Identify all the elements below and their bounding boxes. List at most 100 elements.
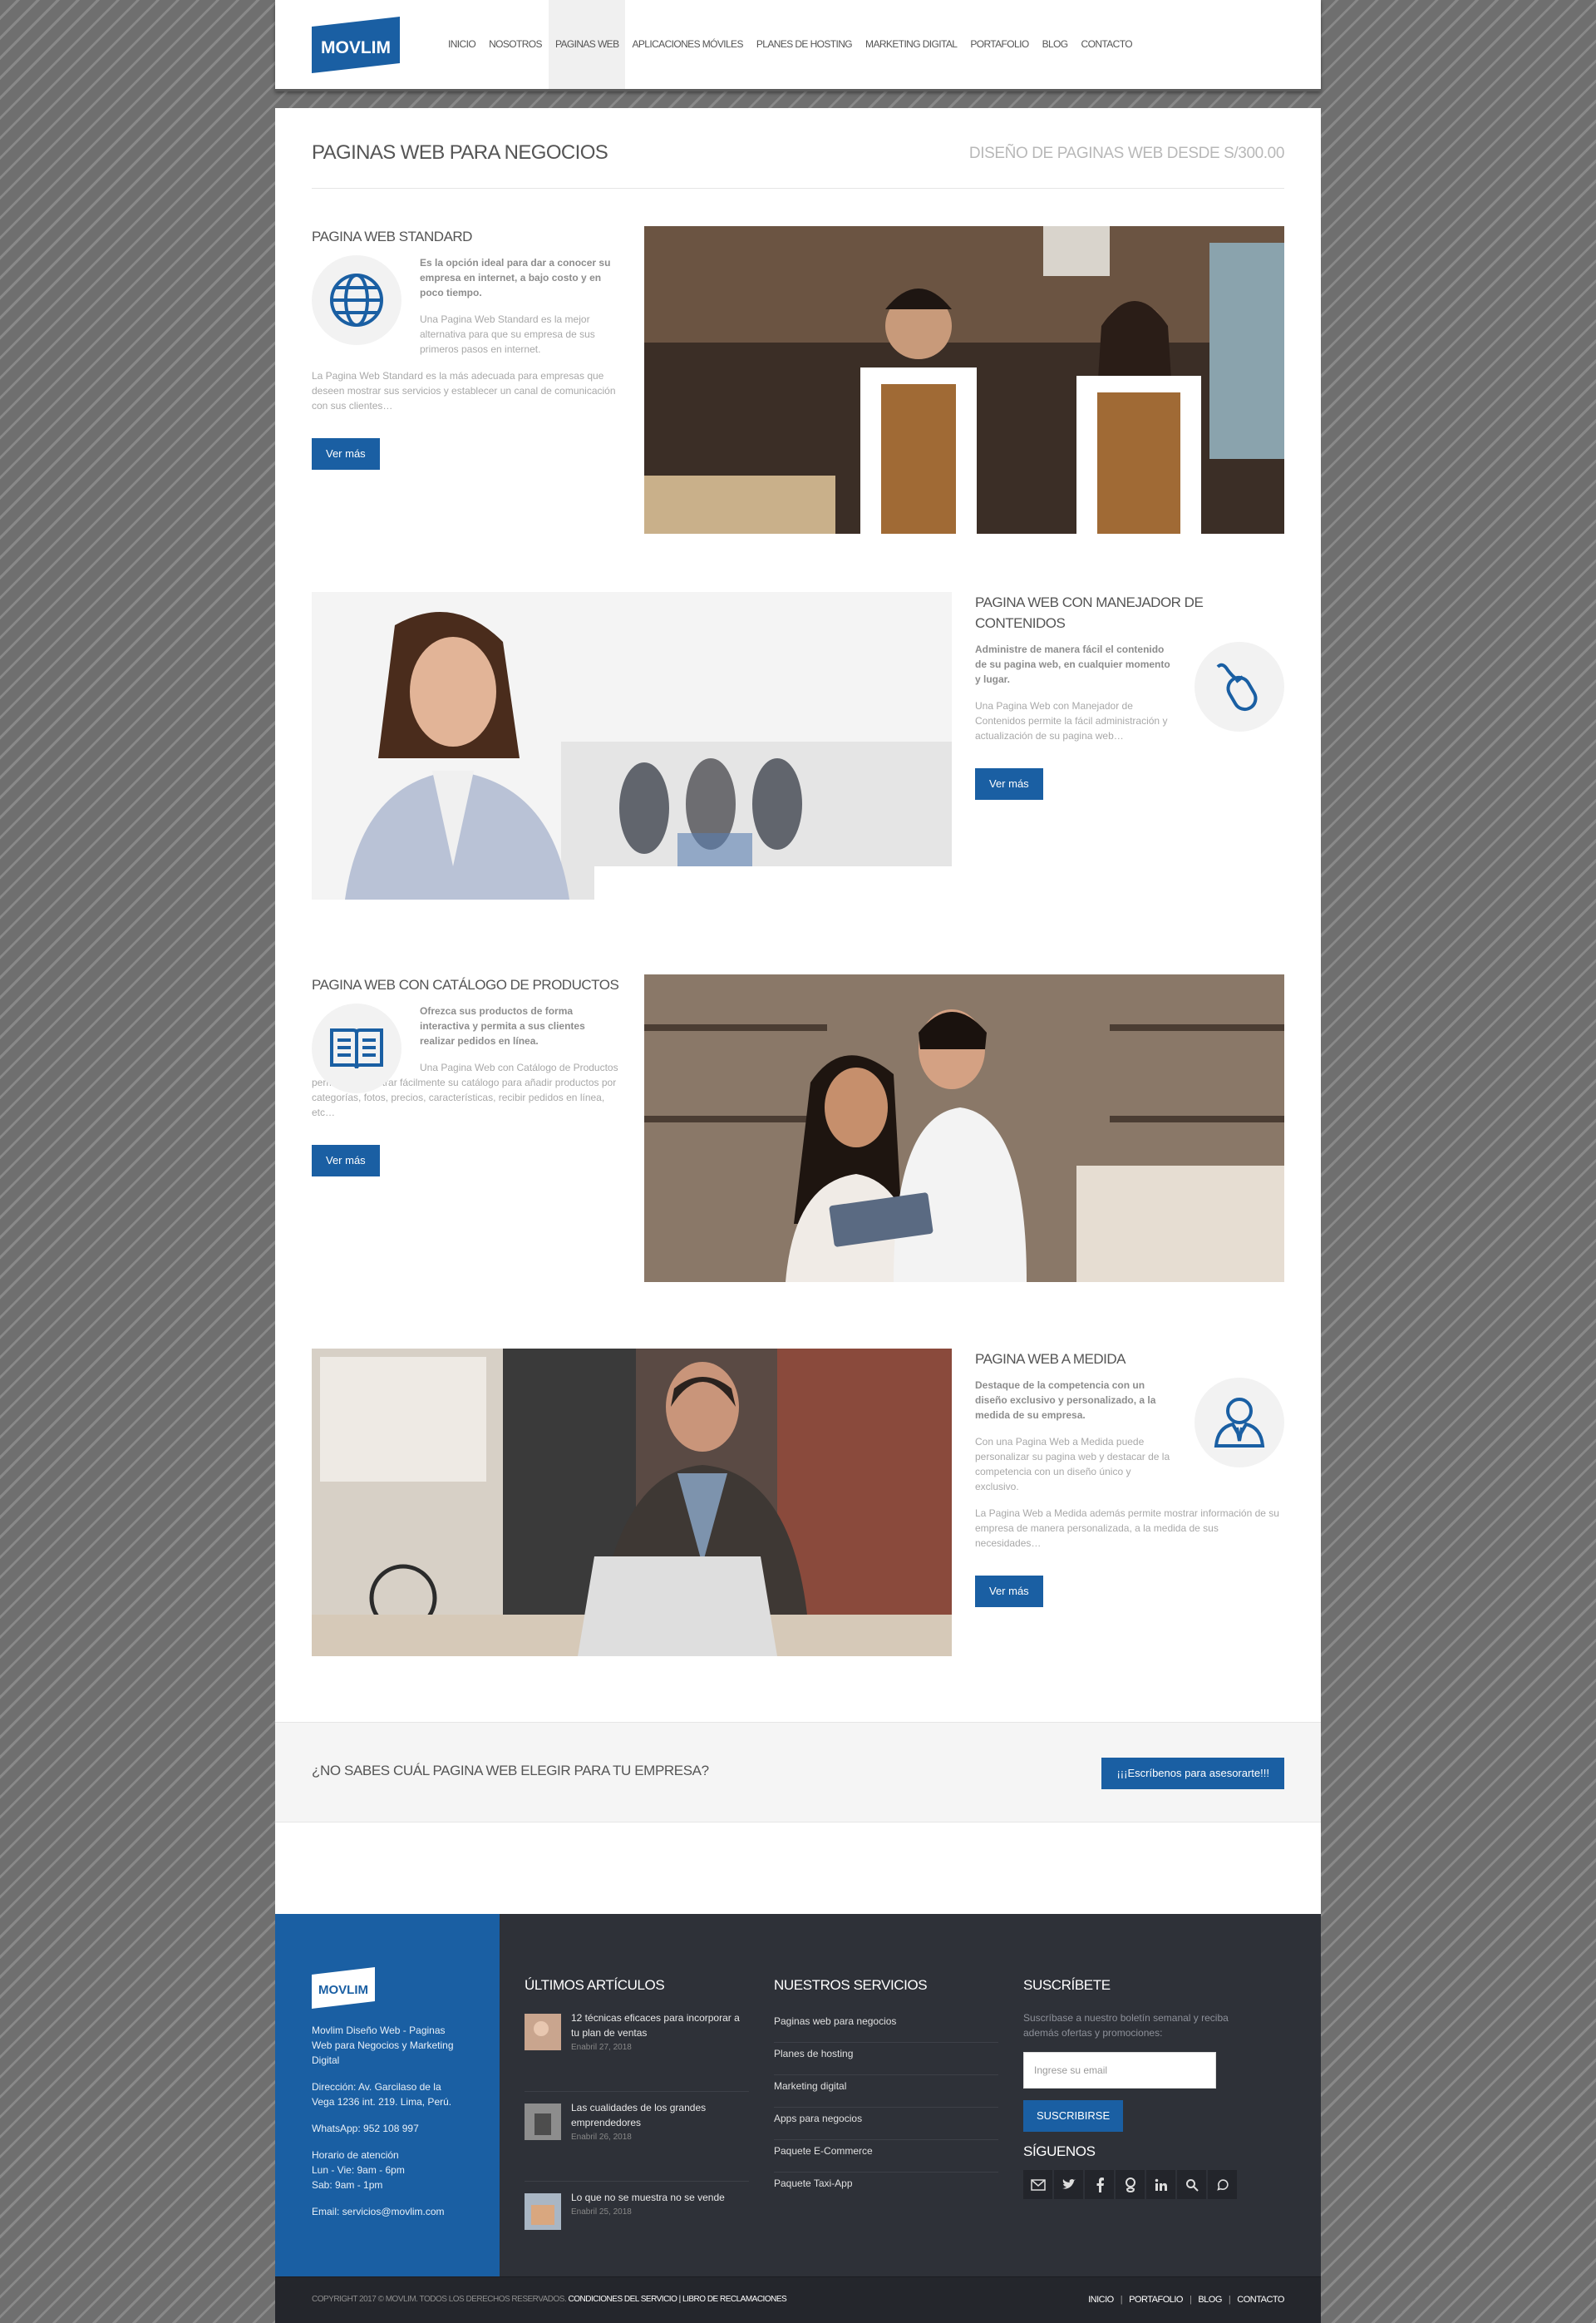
footer-services: NUESTROS SERVICIOS Paginas web para nego…	[774, 1977, 998, 2205]
section-title: PAGINA WEB CON CATÁLOGO DE PRODUCTOS	[312, 977, 619, 993]
section-contenidos: PAGINA WEB CON MANEJADOR DE CONTENIDOS A…	[312, 592, 1284, 900]
section-text: PAGINA WEB CON CATÁLOGO DE PRODUCTOS Ofr…	[312, 974, 621, 1176]
movlim-logo[interactable]: MOVLIM	[312, 17, 400, 73]
footer-link-contacto[interactable]: CONTACTO	[1237, 2295, 1284, 2305]
article-thumbnail	[525, 2104, 561, 2140]
social-icons	[1023, 2170, 1248, 2199]
footer-nav: INICIO | PORTAFOLIO | BLOG | CONTACTO	[1088, 2295, 1284, 2305]
footer-email: Email: servicios@movlim.com	[312, 2206, 445, 2217]
service-link[interactable]: Marketing digital	[774, 2075, 998, 2108]
service-link[interactable]: Apps para negocios	[774, 2108, 998, 2140]
ver-mas-button[interactable]: Ver más	[312, 1145, 380, 1176]
ver-mas-button[interactable]: Ver más	[975, 768, 1043, 800]
nav-item-paginas-web[interactable]: PAGINAS WEB	[548, 0, 626, 89]
photo-cafe-workers	[644, 226, 1284, 534]
twitter-icon[interactable]	[1054, 2170, 1083, 2199]
section-desc: Con una Pagina Web a Medida puede person…	[975, 1436, 1170, 1492]
footer-address: Dirección: Av. Garcilaso de la Vega 1236…	[312, 2081, 452, 2108]
footer-link-blog[interactable]: BLOG	[1198, 2295, 1222, 2305]
nav-item-nosotros[interactable]: NOSOTROS	[482, 0, 549, 89]
photo-couple-tablet	[644, 974, 1284, 1282]
footer-brand-text: Movlim Diseño Web - Paginas Web para Neg…	[312, 2025, 454, 2066]
subscribe-button[interactable]: SUSCRIBIRSE	[1023, 2100, 1124, 2132]
ver-mas-button[interactable]: Ver más	[312, 438, 380, 470]
search-icon[interactable]	[1177, 2170, 1206, 2199]
service-link[interactable]: Paquete E-Commerce	[774, 2140, 998, 2173]
cta-contact-button[interactable]: ¡¡¡Escríbenos para asesorarte!!!	[1101, 1758, 1284, 1789]
photo-man-laptop	[312, 1349, 952, 1656]
page-title-row: PAGINAS WEB PARA NEGOCIOS DISEÑO DE PAGI…	[312, 141, 1284, 189]
nav-item-portafolio[interactable]: PORTAFOLIO	[963, 0, 1035, 89]
nav-item-aplicaciones-moviles[interactable]: APLICACIONES MÓVILES	[625, 0, 749, 89]
subscribe-heading: SUSCRÍBETE	[1023, 1977, 1111, 1993]
nav-item-planes-hosting[interactable]: PLANES DE HOSTING	[750, 0, 859, 89]
section-desc-2: La Pagina Web a Medida además permite mo…	[975, 1507, 1279, 1549]
site-header: MOVLIM INICIO NOSOTROS PAGINAS WEB APLIC…	[275, 0, 1321, 91]
main-content: PAGINAS WEB PARA NEGOCIOS DISEÑO DE PAGI…	[275, 108, 1321, 1990]
article-thumbnail	[525, 2014, 561, 2050]
section-text: PAGINA WEB CON MANEJADOR DE CONTENIDOS A…	[975, 592, 1284, 800]
footer-logo[interactable]: MOVLIM	[312, 1967, 375, 2009]
articles-heading: ÚLTIMOS ARTÍCULOS	[525, 1977, 665, 1993]
article-item[interactable]: Lo que no se muestra no se vende Enabril…	[525, 2190, 749, 2271]
footer-link-portafolio[interactable]: PORTAFOLIO	[1129, 2295, 1183, 2305]
article-item[interactable]: Las cualidades de los grandes emprendedo…	[525, 2100, 749, 2182]
section-desc-2: La Pagina Web Standard es la más adecuad…	[312, 370, 616, 412]
section-catalogo: PAGINA WEB CON CATÁLOGO DE PRODUCTOS Ofr…	[312, 974, 1284, 1282]
services-heading: NUESTROS SERVICIOS	[774, 1977, 928, 1993]
cta-text: ¿NO SABES CUÁL PAGINA WEB ELEGIR PARA TU…	[312, 1763, 709, 1778]
footer-subscribe: SUSCRÍBETE Suscríbase a nuestro boletín …	[1023, 1977, 1248, 2199]
main-nav: INICIO NOSOTROS PAGINAS WEB APLICACIONES…	[441, 0, 1139, 89]
section-lead: Es la opción ideal para dar a conocer su…	[420, 257, 611, 298]
section-lead: Ofrezca sus productos de forma interacti…	[420, 1005, 585, 1047]
nav-item-blog[interactable]: BLOG	[1036, 0, 1075, 89]
service-link[interactable]: Planes de hosting	[774, 2043, 998, 2075]
follow-heading: SÍGUENOS	[1023, 2143, 1096, 2159]
mouse-icon	[1195, 642, 1284, 732]
copyright-text: COPYRIGHT 2017 © MOVLIM. TODOS LOS DEREC…	[312, 2295, 787, 2304]
user-tie-icon	[1195, 1378, 1284, 1467]
section-text: PAGINA WEB A MEDIDA Destaque de la compe…	[975, 1349, 1284, 1607]
photo-business-woman	[312, 592, 952, 900]
article-thumbnail	[525, 2193, 561, 2230]
section-desc: Una Pagina Web Standard es la mejor alte…	[420, 313, 595, 355]
whatsapp-icon[interactable]	[1208, 2170, 1237, 2199]
section-title: PAGINA WEB CON MANEJADOR DE CONTENIDOS	[975, 594, 1204, 631]
nav-item-marketing-digital[interactable]: MARKETING DIGITAL	[859, 0, 963, 89]
site-footer: MOVLIM Movlim Diseño Web - Paginas Web p…	[275, 1914, 1321, 2323]
svg-text:MOVLIM: MOVLIM	[318, 1983, 368, 1997]
facebook-icon[interactable]	[1085, 2170, 1114, 2199]
page-title: PAGINAS WEB PARA NEGOCIOS	[312, 141, 608, 164]
copyright-bar: COPYRIGHT 2017 © MOVLIM. TODOS LOS DEREC…	[275, 2276, 1321, 2323]
section-text: PAGINA WEB STANDARD Es la opción ideal p…	[312, 226, 621, 470]
section-lead: Administre de manera fácil el contenido …	[975, 644, 1170, 685]
section-title: PAGINA WEB A MEDIDA	[975, 1351, 1126, 1367]
terms-link[interactable]: CONDICIONES DEL SERVICIO	[569, 2295, 677, 2304]
section-a-medida: PAGINA WEB A MEDIDA Destaque de la compe…	[312, 1349, 1284, 1656]
section-desc: Una Pagina Web con Manejador de Contenid…	[975, 700, 1168, 742]
page-subtitle: DISEÑO DE PAGINAS WEB DESDE S/300.00	[968, 145, 1285, 162]
footer-hours: Horario de atención Lun - Vie: 9am - 6pm S…	[312, 2149, 405, 2191]
google-plus-icon[interactable]	[1116, 2170, 1145, 2199]
section-standard: PAGINA WEB STANDARD Es la opción ideal p…	[312, 226, 1284, 534]
subscribe-text: Suscríbase a nuestro boletín semanal y r…	[1023, 2012, 1229, 2039]
ver-mas-button[interactable]: Ver más	[975, 1576, 1043, 1607]
email-input[interactable]: Ingrese su email	[1023, 2052, 1216, 2089]
cta-bar: ¿NO SABES CUÁL PAGINA WEB ELEGIR PARA TU…	[275, 1722, 1321, 1822]
complaints-book-link[interactable]: LIBRO DE RECLAMACIONES	[682, 2295, 787, 2304]
footer-whatsapp: WhatsApp: 952 108 997	[312, 2123, 419, 2134]
globe-icon	[312, 255, 401, 345]
footer-brand-panel: MOVLIM Movlim Diseño Web - Paginas Web p…	[275, 1914, 500, 2276]
footer-link-inicio[interactable]: INICIO	[1088, 2295, 1114, 2305]
mail-icon[interactable]	[1023, 2170, 1052, 2199]
linkedin-icon[interactable]	[1146, 2170, 1175, 2199]
footer-articles: ÚLTIMOS ARTÍCULOS 12 técnicas eficaces p…	[525, 1977, 749, 2280]
section-lead: Destaque de la competencia con un diseño…	[975, 1379, 1156, 1421]
nav-item-contacto[interactable]: CONTACTO	[1075, 0, 1139, 89]
book-icon	[312, 1004, 401, 1093]
article-item[interactable]: 12 técnicas eficaces para incorporar a t…	[525, 2010, 749, 2092]
section-title: PAGINA WEB STANDARD	[312, 229, 472, 244]
service-link[interactable]: Paquete Taxi-App	[774, 2173, 998, 2205]
service-link[interactable]: Paginas web para negocios	[774, 2010, 998, 2043]
nav-item-inicio[interactable]: INICIO	[441, 0, 482, 89]
